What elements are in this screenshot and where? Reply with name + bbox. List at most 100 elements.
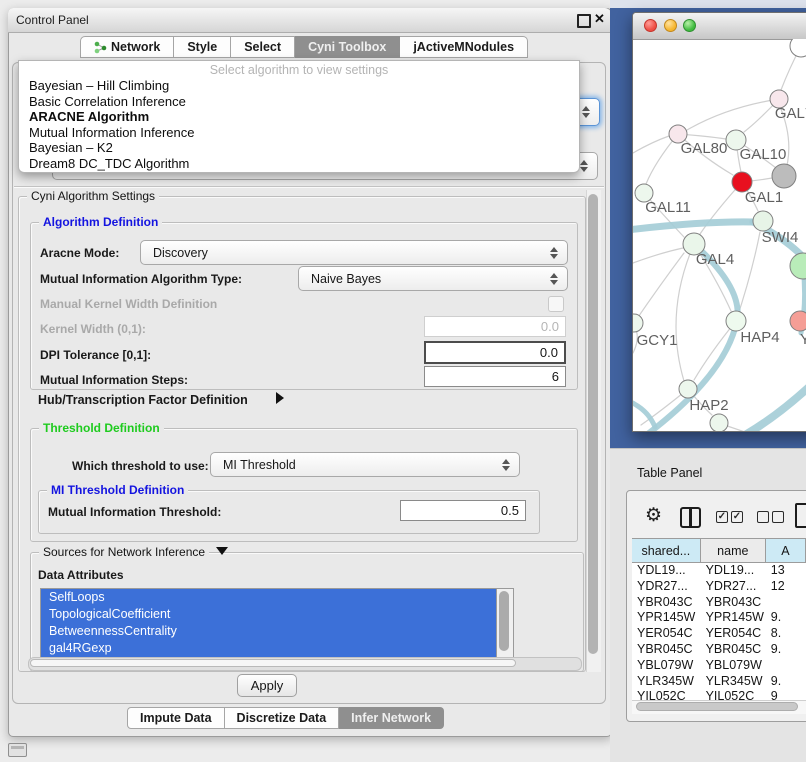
settings-scrollbar-thumb[interactable] xyxy=(588,194,598,654)
mi-threshold-field[interactable]: 0.5 xyxy=(400,500,526,521)
algorithm-menu-item[interactable]: Basic Correlation Inference xyxy=(19,94,579,110)
network-edge[interactable] xyxy=(633,222,753,231)
aracne-mode-value: Discovery xyxy=(153,246,208,260)
unchecked-box-icon[interactable] xyxy=(757,511,769,523)
network-edge[interactable] xyxy=(676,244,694,381)
column-header[interactable]: A xyxy=(766,539,806,562)
table-cell: YBR045C xyxy=(701,642,766,658)
checked-box-icon[interactable]: ✓ xyxy=(716,511,728,523)
network-node[interactable] xyxy=(710,414,728,431)
tab-discretize-data[interactable]: Discretize Data xyxy=(225,707,340,729)
panel-divider xyxy=(14,186,604,187)
manual-kernel-label: Manual Kernel Width Definition xyxy=(40,297,217,311)
dock-window-icon[interactable] xyxy=(8,743,27,757)
attribute-list-item[interactable]: SelfLoops xyxy=(41,589,497,606)
attribute-list-item[interactable]: TopologicalCoefficient xyxy=(41,606,497,623)
table-row[interactable]: YLR345WYLR345W9. xyxy=(632,674,806,690)
tab-jactivemnodules[interactable]: jActiveMNodules xyxy=(400,36,528,58)
network-graph-canvas[interactable]: GAL7GAL80GAL10GAL1GAL11SWI4GAL4GCY1HAP4Y… xyxy=(633,39,806,431)
column-header[interactable]: name xyxy=(701,539,766,562)
table-row[interactable]: YBR043CYBR043C xyxy=(632,595,806,611)
data-attributes-list[interactable]: SelfLoopsTopologicalCoefficientBetweenne… xyxy=(40,588,497,658)
table-row[interactable]: YER054CYER054C8. xyxy=(632,626,806,642)
table-row[interactable]: YBR045CYBR045C9. xyxy=(632,642,806,658)
kernel-width-field[interactable]: 0.0 xyxy=(424,316,566,337)
attribute-list-item[interactable]: BetweennessCentrality xyxy=(41,623,497,640)
table-cell: YDR27... xyxy=(632,579,701,595)
network-node-hap4[interactable] xyxy=(726,311,746,331)
expand-arrow-icon[interactable] xyxy=(276,392,284,404)
attributes-hscrollbar-thumb[interactable] xyxy=(30,659,516,667)
network-node[interactable] xyxy=(790,39,806,57)
table-hscrollbar-thumb[interactable] xyxy=(636,702,798,711)
network-edge[interactable] xyxy=(687,99,779,130)
aracne-mode-combo[interactable]: Discovery xyxy=(140,240,568,265)
attributes-scrollbar-thumb[interactable] xyxy=(499,591,509,651)
screen: Control Panel ✕ NetworkStyleSelect Cyni T… xyxy=(0,0,806,762)
gear-icon[interactable]: ⚙ xyxy=(645,504,662,527)
table-cell: YER054C xyxy=(632,626,701,642)
algorithm-menu-item[interactable]: Bayesian – K2 xyxy=(19,140,579,156)
table-row[interactable]: YPR145WYPR145W9. xyxy=(632,610,806,626)
network-view-window: GAL7GAL80GAL10GAL1GAL11SWI4GAL4GCY1HAP4Y… xyxy=(632,12,806,432)
network-edge[interactable] xyxy=(745,387,806,431)
algorithm-menu-item[interactable]: ARACNE Algorithm xyxy=(19,109,579,125)
tab-infer-network[interactable]: Infer Network xyxy=(339,707,444,729)
hub-definition-label[interactable]: Hub/Transcription Factor Definition xyxy=(38,393,248,407)
close-traffic-light-icon[interactable] xyxy=(644,19,657,32)
table-row[interactable]: YDL19...YDL19...13 xyxy=(632,563,806,579)
unchecked-box-icon[interactable] xyxy=(772,511,784,523)
network-node[interactable] xyxy=(772,164,796,188)
network-node-y[interactable] xyxy=(790,311,806,331)
control-panel-title: Control Panel xyxy=(16,13,89,27)
column-header[interactable]: shared... xyxy=(632,539,701,562)
table-cell: 13 xyxy=(766,563,806,579)
apply-button[interactable]: Apply xyxy=(237,674,297,697)
attribute-list-item[interactable]: gal4RGexp xyxy=(41,640,497,657)
network-edge[interactable] xyxy=(633,248,683,263)
which-threshold-combo[interactable]: MI Threshold xyxy=(210,452,520,477)
mi-type-combo[interactable]: Naive Bayes xyxy=(298,266,568,291)
node-label-gcy1: GCY1 xyxy=(637,332,678,349)
checked-box-icon[interactable]: ✓ xyxy=(731,511,743,523)
manual-kernel-checkbox[interactable] xyxy=(548,296,564,312)
network-edge[interactable] xyxy=(633,136,669,153)
node-label-swi4: SWI4 xyxy=(762,229,799,246)
tab-impute-data[interactable]: Impute Data xyxy=(127,707,225,729)
combo-arrows-icon xyxy=(580,160,588,172)
algorithm-menu-item[interactable]: Dream8 DC_TDC Algorithm xyxy=(19,156,579,172)
network-node-swi4[interactable] xyxy=(753,211,773,231)
mi-steps-field[interactable]: 6 xyxy=(424,366,566,387)
close-icon[interactable]: ✕ xyxy=(594,11,605,27)
tab-label: jActiveMNodules xyxy=(413,40,514,54)
table-cell: YBR043C xyxy=(701,595,766,611)
dpi-tolerance-field[interactable]: 0.0 xyxy=(424,341,566,364)
sources-group-title[interactable]: Sources for Network Inference xyxy=(39,545,209,559)
tab-style[interactable]: Style xyxy=(174,36,231,58)
document-icon[interactable] xyxy=(795,503,806,528)
table-cell: 9. xyxy=(766,642,806,658)
algorithm-menu-item[interactable]: Bayesian – Hill Climbing xyxy=(19,78,579,94)
algorithm-menu-item[interactable]: Mutual Information Inference xyxy=(19,125,579,141)
tab-label: Cyni Toolbox xyxy=(308,40,386,54)
zoom-traffic-light-icon[interactable] xyxy=(683,19,696,32)
control-panel-titlebar[interactable] xyxy=(8,8,610,33)
network-node-hap2[interactable] xyxy=(679,380,697,398)
node-label-gal10: GAL10 xyxy=(740,146,787,163)
network-node-gcy1[interactable] xyxy=(633,314,643,332)
node-table: shared...nameA YDL19...YDL19...13YDR27..… xyxy=(632,538,806,701)
collapse-arrow-icon[interactable] xyxy=(216,547,228,555)
float-window-icon[interactable] xyxy=(577,14,591,28)
split-columns-icon[interactable] xyxy=(680,507,701,528)
minimize-traffic-light-icon[interactable] xyxy=(664,19,677,32)
tab-cyni-toolbox[interactable]: Cyni Toolbox xyxy=(295,36,400,58)
table-row[interactable]: YBL079WYBL079W xyxy=(632,658,806,674)
table-cell: 8. xyxy=(766,626,806,642)
network-window-titlebar[interactable] xyxy=(633,13,806,40)
tab-network[interactable]: Network xyxy=(80,36,174,58)
table-cell: YBL079W xyxy=(632,658,701,674)
table-row[interactable]: YDR27...YDR27...12 xyxy=(632,579,806,595)
mi-type-label: Mutual Information Algorithm Type: xyxy=(40,272,242,286)
tab-select[interactable]: Select xyxy=(231,36,295,58)
network-node[interactable] xyxy=(790,253,806,279)
